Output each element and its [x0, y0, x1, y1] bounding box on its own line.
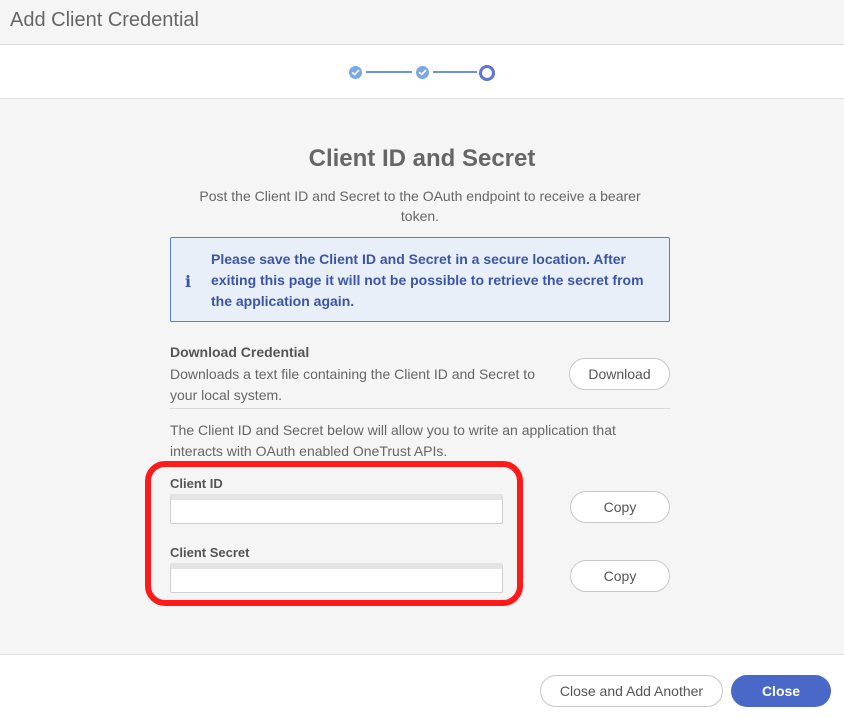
step-connector [366, 71, 412, 73]
modal-header: Add Client Credential [0, 0, 844, 45]
close-and-add-another-button[interactable]: Close and Add Another [540, 675, 723, 707]
copy-client-secret-button[interactable]: Copy [570, 560, 670, 592]
step-2-complete-icon [416, 66, 429, 79]
alert-text: Please save the Client ID and Secret in … [211, 251, 644, 309]
client-id-field[interactable] [170, 494, 503, 524]
divider [170, 408, 670, 409]
section-subtitle: Post the Client ID and Secret to the OAu… [199, 188, 641, 224]
step-connector [433, 71, 477, 73]
info-icon: i [185, 272, 192, 291]
progress-stepper [349, 65, 499, 81]
client-id-label: Client ID [170, 476, 223, 491]
section-title: Client ID and Secret [308, 145, 536, 172]
download-button[interactable]: Download [569, 358, 670, 390]
step-3-current-icon [479, 65, 495, 81]
close-button[interactable]: Close [731, 675, 831, 707]
client-secret-label: Client Secret [170, 545, 250, 560]
modal-title: Add Client Credential [10, 9, 199, 31]
download-title: Download Credential [170, 344, 310, 360]
copy-client-id-button[interactable]: Copy [570, 491, 670, 523]
modal-body: Client ID and Secret Post the Client ID … [0, 100, 844, 654]
download-description: Downloads a text file containing the Cli… [170, 366, 535, 403]
modal-footer: Close and Add Another Close [0, 654, 844, 717]
client-secret-field[interactable] [170, 563, 503, 593]
warning-alert: i Please save the Client ID and Secret i… [170, 237, 670, 322]
stepper-bar [0, 45, 844, 99]
credential-info-text: The Client ID and Secret below will allo… [170, 422, 616, 459]
step-1-complete-icon [349, 66, 362, 79]
